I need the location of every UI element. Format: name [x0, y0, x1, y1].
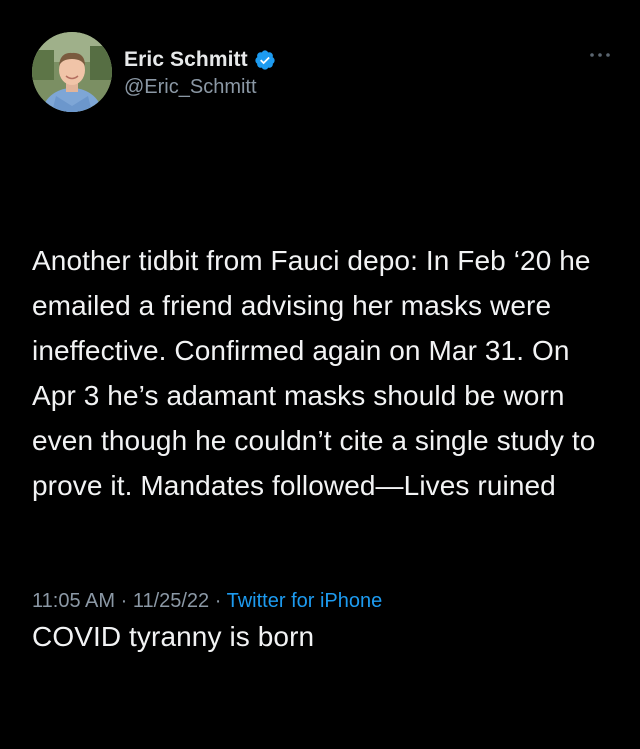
meta-separator: ·: [115, 590, 133, 612]
tweet-source[interactable]: Twitter for iPhone: [227, 590, 383, 612]
display-name-row: Eric Schmitt: [124, 46, 276, 74]
tweet-text: Another tidbit from Fauci depo: In Feb ‘…: [32, 148, 612, 749]
verified-badge-icon: [254, 49, 276, 71]
tweet-paragraph: Another tidbit from Fauci depo: In Feb ‘…: [32, 245, 604, 501]
tweet-paragraph: COVID tyranny is born: [32, 621, 315, 652]
tweet: Eric Schmitt @Eric_Schmitt Another tidbi…: [0, 0, 640, 652]
avatar[interactable]: [32, 32, 112, 112]
author-handle[interactable]: @Eric_Schmitt: [124, 76, 276, 99]
author-names: Eric Schmitt @Eric_Schmitt: [124, 46, 276, 99]
display-name[interactable]: Eric Schmitt: [124, 48, 248, 72]
tweet-date[interactable]: 11/25/22: [133, 590, 209, 612]
meta-separator: ·: [209, 590, 227, 612]
avatar-photo: [32, 32, 112, 112]
tweet-meta: 11:05 AM · 11/25/22 · Twitter for iPhone: [32, 590, 382, 613]
tweet-header: Eric Schmitt @Eric_Schmitt: [32, 32, 612, 114]
tweet-time[interactable]: 11:05 AM: [32, 590, 115, 612]
more-dots-icon[interactable]: [588, 48, 612, 60]
